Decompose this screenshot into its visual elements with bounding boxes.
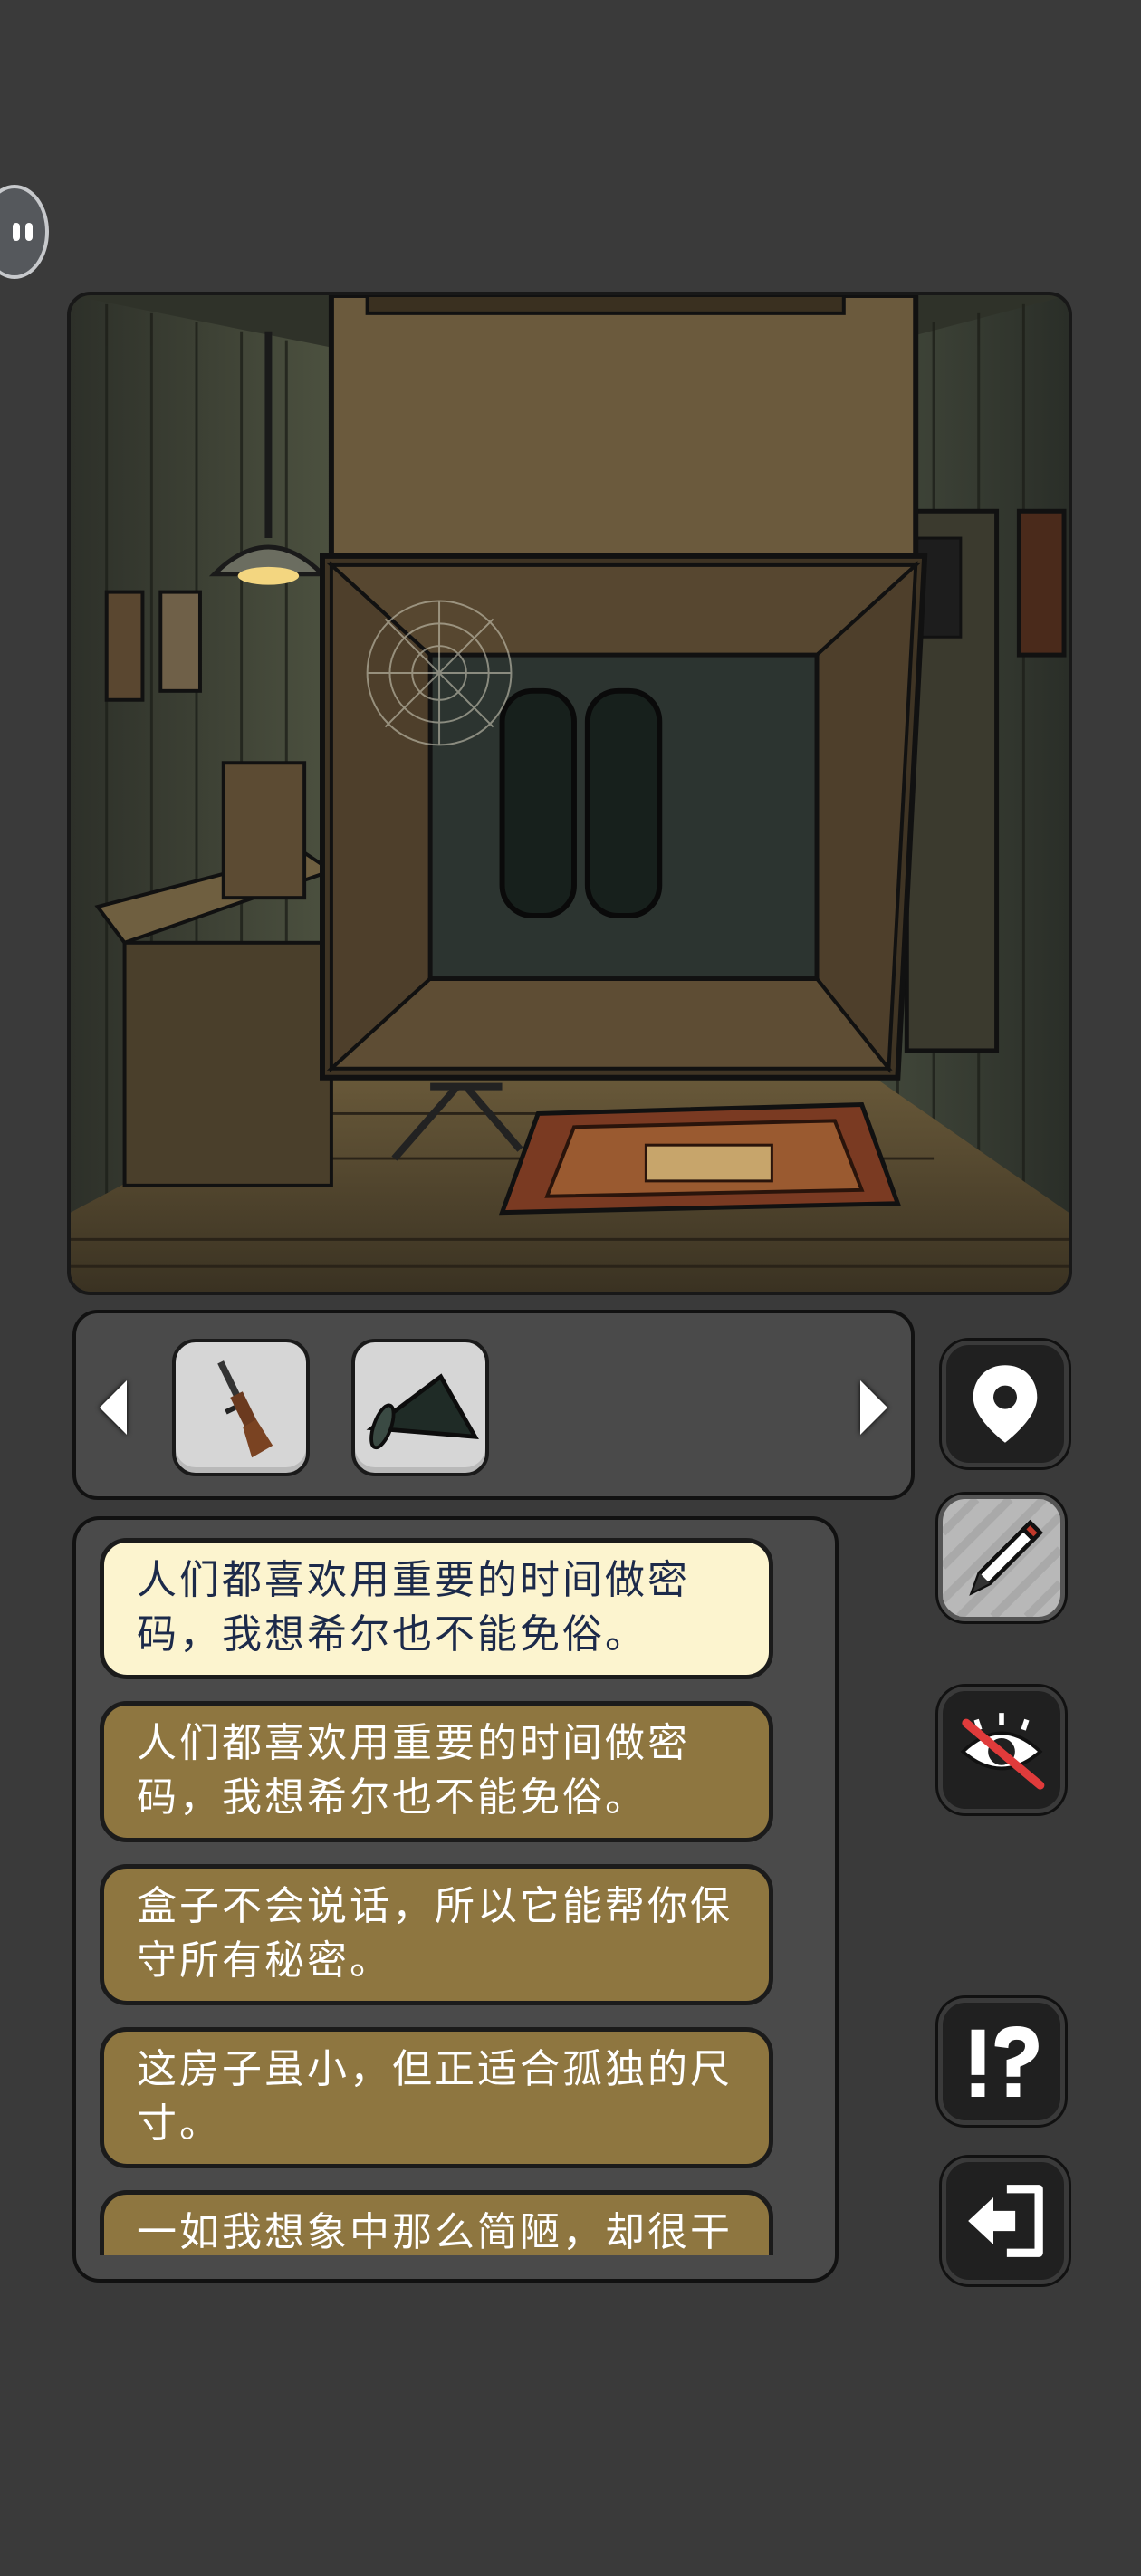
notes-button[interactable] (938, 1495, 1065, 1621)
hint-item[interactable]: 这房子虽小，但正适合孤独的尺寸。 (100, 2027, 773, 2168)
hint-item[interactable]: 盒子不会说话，所以它能帮你保守所有秘密。 (100, 1864, 773, 2005)
hide-eye-icon (960, 1713, 1045, 1790)
game-scene[interactable] (67, 292, 1072, 1295)
room-illustration (71, 295, 1069, 1292)
inventory-slot-rifle[interactable] (172, 1339, 310, 1476)
assistant-eye-icon (13, 223, 20, 241)
map-button[interactable] (942, 1341, 1069, 1467)
hint-item[interactable]: 人们都喜欢用重要的时间做密码，我想希尔也不能免俗。 (100, 1701, 773, 1842)
hint-panel: 人们都喜欢用重要的时间做密码，我想希尔也不能免俗。 人们都喜欢用重要的时间做密码… (72, 1516, 839, 2283)
help-button[interactable] (938, 1998, 1065, 2125)
exit-icon (968, 2185, 1043, 2257)
assistant-eye-icon (25, 223, 33, 241)
help-icon (971, 2026, 1039, 2097)
pencil-icon (943, 1499, 1060, 1617)
floating-assistant-button[interactable] (0, 185, 49, 279)
hint-item-selected[interactable]: 人们都喜欢用重要的时间做密码，我想希尔也不能免俗。 (100, 1538, 773, 1679)
inventory-slot-megaphone[interactable] (351, 1339, 489, 1476)
hint-list[interactable]: 人们都喜欢用重要的时间做密码，我想希尔也不能免俗。 人们都喜欢用重要的时间做密码… (98, 1538, 815, 2255)
inventory-bar (72, 1310, 915, 1500)
inventory-next-arrow-icon[interactable] (860, 1380, 887, 1435)
location-pin-icon (973, 1365, 1038, 1443)
exit-button[interactable] (942, 2158, 1069, 2284)
inventory-prev-arrow-icon[interactable] (100, 1380, 127, 1435)
hide-button[interactable] (938, 1687, 1065, 1813)
megaphone-icon (366, 1373, 479, 1450)
hint-item[interactable]: 一如我想象中那么简陋，却很干 (100, 2190, 773, 2255)
rifle-icon (217, 1360, 273, 1458)
